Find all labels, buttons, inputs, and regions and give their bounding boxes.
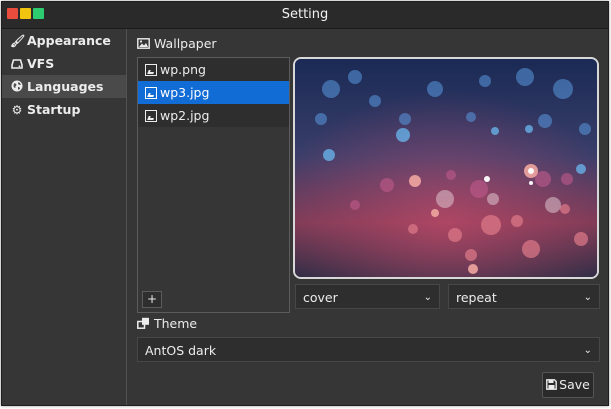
title-bar[interactable]: Setting bbox=[2, 2, 608, 29]
globe-icon bbox=[10, 76, 24, 99]
wallpaper-file-list[interactable]: wp.png wp3.jpg wp2.jpg + bbox=[137, 57, 290, 313]
image-icon bbox=[137, 36, 150, 51]
wallpaper-heading: Wallpaper bbox=[137, 36, 217, 51]
sidebar-item-appearance[interactable]: 🖌︎ Appearance bbox=[2, 29, 126, 52]
window-title: Setting bbox=[281, 7, 329, 22]
image-file-icon bbox=[145, 87, 157, 99]
wallpaper-size-select[interactable]: cover ⌄ bbox=[295, 284, 440, 309]
sidebar-item-languages[interactable]: Languages bbox=[2, 75, 126, 98]
gear-icon: ⚙︎ bbox=[11, 103, 23, 117]
image-file-icon bbox=[145, 110, 157, 122]
add-wallpaper-button[interactable]: + bbox=[142, 291, 162, 308]
wallpaper-repeat-select[interactable]: repeat ⌄ bbox=[448, 284, 600, 309]
list-item[interactable]: wp2.jpg bbox=[138, 104, 289, 127]
hdd-icon bbox=[10, 53, 24, 76]
chevron-down-icon: ⌄ bbox=[423, 292, 432, 303]
sidebar-item-label: VFS bbox=[27, 56, 55, 71]
sidebar: 🖌︎ Appearance VFS Languages ⚙︎ Startup bbox=[2, 29, 127, 405]
save-button[interactable]: Save bbox=[542, 372, 594, 398]
sidebar-item-label: Startup bbox=[27, 102, 81, 117]
theme-heading: Theme bbox=[137, 316, 197, 331]
list-item[interactable]: wp.png bbox=[138, 58, 289, 81]
image-file-icon bbox=[145, 64, 157, 76]
bokeh-wallpaper-image bbox=[295, 59, 597, 277]
chevron-down-icon: ⌄ bbox=[583, 345, 592, 356]
sidebar-item-label: Appearance bbox=[27, 33, 111, 48]
sidebar-item-startup[interactable]: ⚙︎ Startup bbox=[2, 98, 126, 121]
theme-select[interactable]: AntOS dark ⌄ bbox=[137, 337, 600, 362]
main-panel: Wallpaper wp.png wp3.jpg wp2.jpg + cover… bbox=[127, 29, 608, 405]
floppy-icon bbox=[546, 374, 558, 398]
list-item[interactable]: wp3.jpg bbox=[138, 81, 289, 104]
sidebar-item-vfs[interactable]: VFS bbox=[2, 52, 126, 75]
theme-icon bbox=[137, 316, 150, 331]
settings-window: Setting 🖌︎ Appearance VFS Languages ⚙︎ Sta… bbox=[1, 1, 609, 406]
brush-icon: 🖌︎ bbox=[10, 34, 26, 48]
wallpaper-preview bbox=[293, 57, 599, 279]
chevron-down-icon: ⌄ bbox=[583, 292, 592, 303]
sidebar-item-label: Languages bbox=[27, 79, 104, 94]
